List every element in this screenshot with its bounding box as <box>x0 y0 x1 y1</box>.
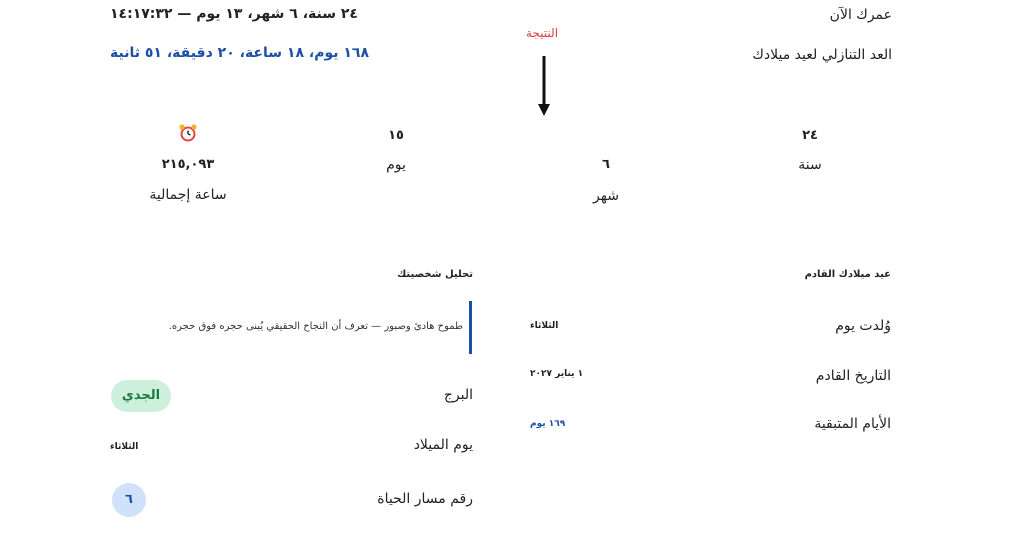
age-label: عمرك الآن <box>829 7 892 23</box>
days-label: يوم <box>386 157 406 173</box>
personality-heading: تحليل شخصيتك <box>397 269 473 280</box>
born-day-label: وُلدت يوم <box>835 318 891 334</box>
months-value: ٦ <box>602 157 610 172</box>
quote-accent-bar <box>469 301 472 354</box>
hours-value: ٢١٥,٠٩٣ <box>161 157 215 172</box>
countdown-label: العد التنازلي لعيد ميلادك <box>752 47 892 63</box>
life-path-badge: ٦ <box>112 483 146 517</box>
personality-quote: طموح هادئ وصبور — تعرف أن النجاح الحقيقي… <box>168 321 463 332</box>
days-remaining-label: الأيام المتبقية <box>814 416 891 432</box>
life-path-value: ٦ <box>125 492 133 507</box>
zodiac-label: البرج <box>443 387 473 403</box>
birthday-heading: عيد ميلادك القادم <box>804 269 891 280</box>
days-remaining-value: ١٦٩ يوم <box>530 419 566 429</box>
alarm-clock-icon <box>179 124 197 142</box>
years-value: ٢٤ <box>802 128 818 143</box>
months-label: شهر <box>593 188 619 204</box>
age-value: ٢٤ سنة، ٦ شهر، ١٣ يوم — ١٤:١٧:٣٢ <box>110 6 358 22</box>
next-date-label: التاريخ القادم <box>815 368 891 384</box>
birth-weekday-label: يوم الميلاد <box>413 437 473 453</box>
zodiac-badge: الجدي <box>111 380 171 412</box>
birth-weekday-value: الثلاثاء <box>110 442 139 452</box>
countdown-value: ١٦٨ يوم، ١٨ ساعة، ٢٠ دقيقة، ٥١ ثانية <box>110 45 370 61</box>
result-annotation: النتيجة <box>526 26 559 40</box>
zodiac-value: الجدي <box>121 388 161 403</box>
hours-label: ساعة إجمالية <box>149 187 227 203</box>
born-day-value: الثلاثاء <box>530 321 559 331</box>
arrow-down-icon <box>538 56 550 116</box>
next-date-value: ١ يناير ٢٠٢٧ <box>530 369 584 379</box>
days-value: ١٥ <box>388 128 404 143</box>
life-path-label: رقم مسار الحياة <box>377 491 473 507</box>
years-label: سنة <box>798 157 822 173</box>
